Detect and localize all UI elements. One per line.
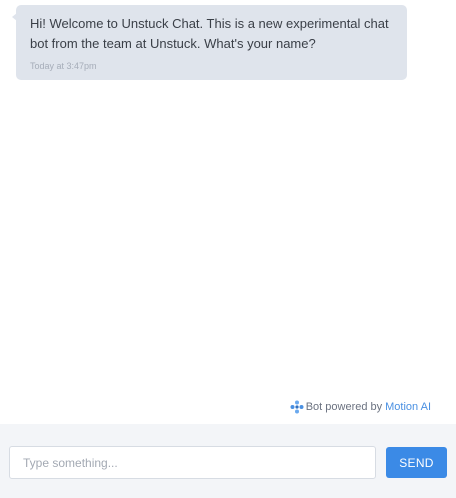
message-text: Hi! Welcome to Unstuck Chat. This is a n…: [30, 16, 389, 51]
chat-message-area: Hi! Welcome to Unstuck Chat. This is a n…: [0, 0, 456, 424]
composer-bar: SEND: [0, 424, 456, 498]
send-button[interactable]: SEND: [386, 447, 447, 478]
powered-by-text: Bot powered by: [305, 401, 383, 413]
message-input[interactable]: [9, 446, 376, 479]
powered-by-attribution: Bot powered by Motion AI: [290, 400, 431, 414]
bubble-tail: [12, 13, 17, 21]
motion-ai-link[interactable]: Motion AI: [385, 401, 431, 413]
bot-message-bubble: Hi! Welcome to Unstuck Chat. This is a n…: [12, 5, 407, 80]
motion-ai-logo-icon: [290, 400, 304, 414]
message-timestamp: Today at 3:47pm: [30, 61, 97, 71]
